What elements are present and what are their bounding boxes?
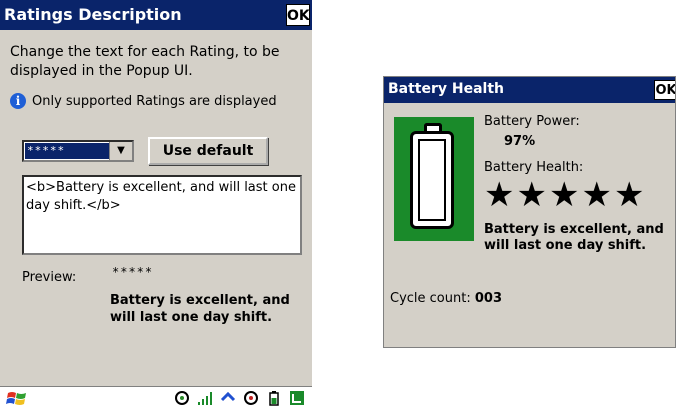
star-icon: ★: [613, 175, 647, 215]
battery-health-window: Battery Health OK Battery Power: 97% Bat…: [383, 76, 676, 348]
info-icon: i: [10, 93, 26, 109]
ratings-description-window: Ratings Description OK Change the text f…: [0, 0, 312, 411]
network-icon-2[interactable]: [242, 390, 260, 408]
star-icon: ★: [484, 175, 517, 215]
preview-text: Battery is excellent, and will last one …: [110, 293, 290, 325]
preview-label: Preview:: [22, 270, 77, 285]
battery-inner: [418, 139, 446, 221]
ok-button[interactable]: OK: [286, 4, 310, 26]
info-row: i Only supported Ratings are displayed: [10, 93, 277, 109]
battery-status-panel: [394, 117, 474, 241]
star-icon: ★: [548, 175, 582, 215]
rating-text-field[interactable]: <b>Battery is excellent, and will last o…: [22, 175, 302, 255]
network-icon[interactable]: [173, 390, 191, 408]
cycle-count-label: Cycle count:: [390, 291, 471, 306]
cycle-count: Cycle count: 003: [390, 291, 502, 306]
cycle-count-value: 003: [474, 291, 502, 306]
health-stars: ★★★★★: [484, 177, 646, 213]
ok-button[interactable]: OK: [654, 80, 675, 100]
info-text: Only supported Ratings are displayed: [32, 93, 277, 109]
battery-health-label: Battery Health:: [484, 160, 584, 175]
battery-icon[interactable]: [265, 390, 283, 408]
preview-stars: *****: [112, 265, 154, 279]
start-windows-icon[interactable]: [6, 390, 28, 408]
use-default-button[interactable]: Use default: [148, 137, 268, 165]
description-text: Change the text for each Rating, to be d…: [10, 44, 280, 79]
taskbar: [0, 386, 312, 411]
battery-power-value: 97%: [504, 134, 536, 149]
connection-icon[interactable]: [288, 390, 306, 408]
title-bar: Ratings Description: [0, 0, 312, 30]
battery-power-label: Battery Power:: [484, 114, 580, 129]
title-bar: Battery Health: [384, 77, 675, 103]
system-tray: [173, 390, 306, 408]
window-title: Battery Health: [388, 81, 505, 97]
star-icon: ★: [581, 175, 614, 215]
star-icon: ★: [516, 175, 549, 215]
rating-dropdown-value: *****: [25, 143, 109, 159]
battery-icon: [410, 131, 454, 229]
health-text: Battery is excellent, and will last one …: [484, 222, 664, 253]
chevron-down-icon[interactable]: ▼: [109, 142, 132, 160]
rating-dropdown[interactable]: ***** ▼: [22, 140, 134, 162]
sync-icon[interactable]: [219, 390, 237, 408]
signal-bars-icon[interactable]: [196, 390, 214, 408]
window-title: Ratings Description: [4, 5, 182, 24]
